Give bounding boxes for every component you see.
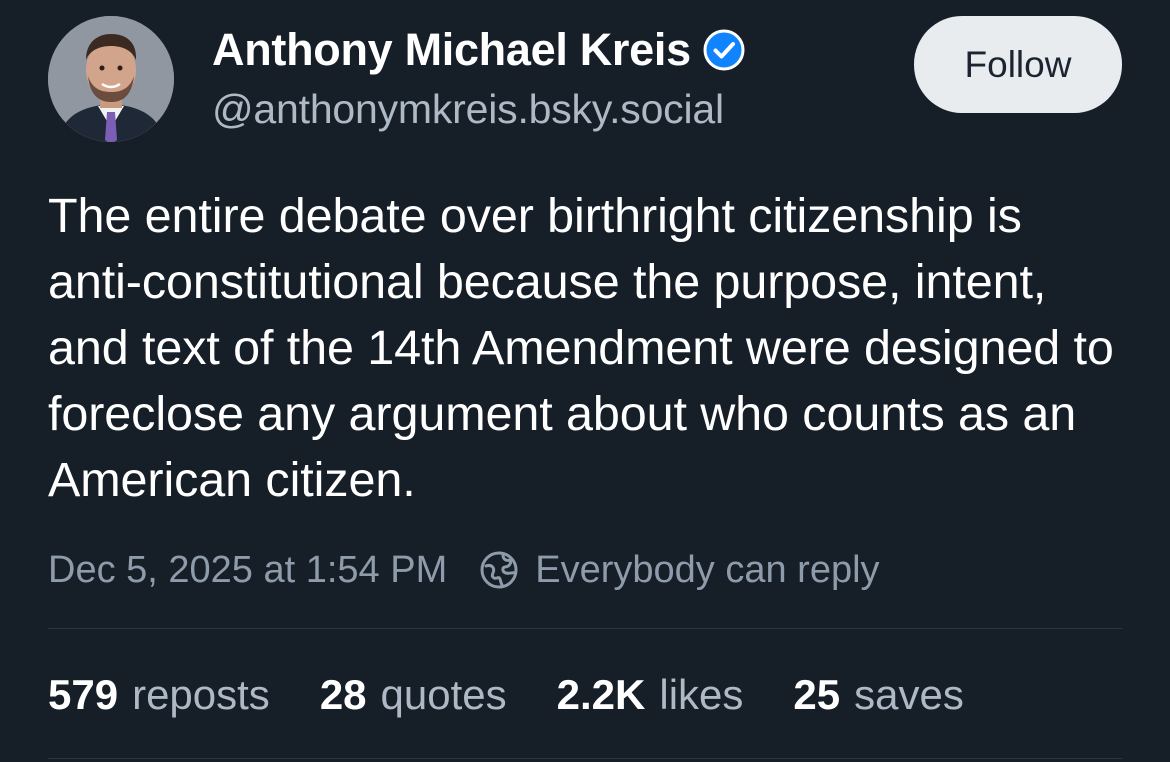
stat-count: 28 xyxy=(319,671,367,718)
post-timestamp[interactable]: Dec 5, 2025 at 1:54 PM xyxy=(48,549,447,592)
verified-check-icon[interactable] xyxy=(703,29,745,71)
divider-bottom xyxy=(48,758,1122,759)
stat-label: likes xyxy=(659,671,744,718)
post-text: The entire debate over birthright citize… xyxy=(48,189,1114,507)
stat-label: saves xyxy=(854,671,964,718)
stat-saves[interactable]: 25 saves xyxy=(793,671,963,719)
author-handle[interactable]: @anthonymkreis.bsky.social xyxy=(212,86,724,133)
avatar[interactable] xyxy=(48,16,174,142)
stat-label: quotes xyxy=(380,671,507,718)
stat-likes[interactable]: 2.2K likes xyxy=(557,671,744,719)
stat-label: reposts xyxy=(132,671,270,718)
earth-icon xyxy=(477,548,521,592)
profile-photo xyxy=(48,16,174,142)
follow-button[interactable]: Follow xyxy=(914,16,1122,113)
engagement-stats: 579 reposts 28 quotes 2.2K likes 25 save… xyxy=(48,668,1014,722)
stat-count: 25 xyxy=(793,671,841,718)
divider-top xyxy=(48,628,1122,629)
reply-setting-label: Everybody can reply xyxy=(535,548,880,591)
reply-setting[interactable]: Everybody can reply xyxy=(477,548,880,592)
author-display-name[interactable]: Anthony Michael Kreis xyxy=(212,24,691,76)
stat-count: 579 xyxy=(48,671,119,718)
stat-reposts[interactable]: 579 reposts xyxy=(48,671,270,719)
stat-count: 2.2K xyxy=(556,671,646,718)
stat-quotes[interactable]: 28 quotes xyxy=(320,671,507,719)
author-name-row: Anthony Michael Kreis xyxy=(212,22,745,78)
post-thread-item: Anthony Michael Kreis @anthonymkreis.bsk… xyxy=(0,0,1170,762)
post-meta: Dec 5, 2025 at 1:54 PM Everybody can rep… xyxy=(48,546,880,594)
